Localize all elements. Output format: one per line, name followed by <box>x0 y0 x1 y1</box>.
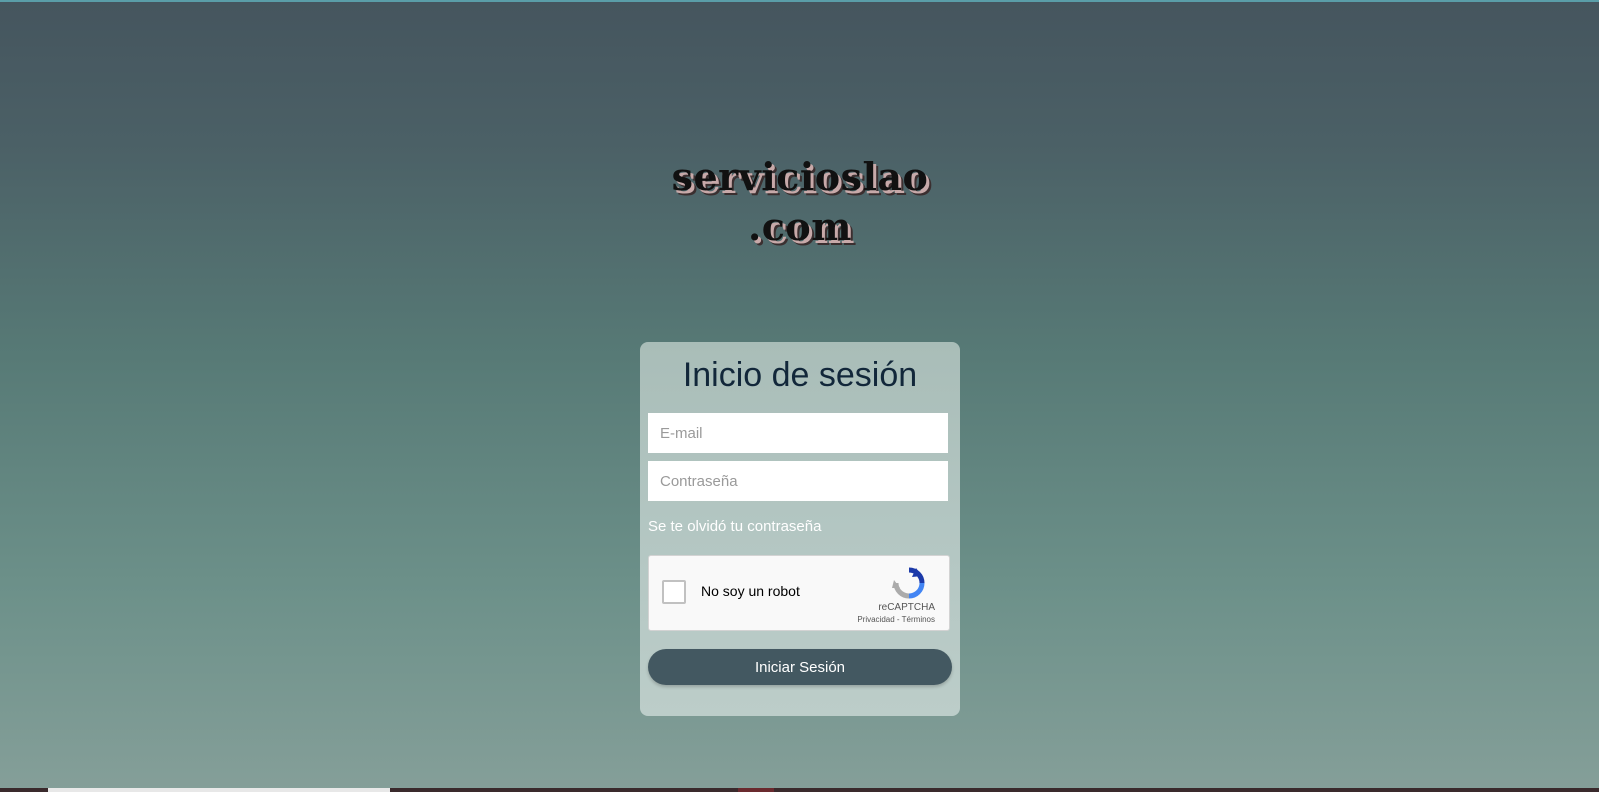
forgot-password-link[interactable]: Se te olvidó tu contraseña <box>648 518 821 535</box>
recaptcha-terms-link[interactable]: Términos <box>902 615 935 624</box>
recaptcha-checkbox[interactable] <box>662 580 686 604</box>
site-logo: servicioslao .com <box>600 152 1000 252</box>
recaptcha-privacy-link[interactable]: Privacidad <box>857 615 894 624</box>
login-title: Inicio de sesión <box>682 356 918 394</box>
login-submit-button[interactable]: Iniciar Sesión <box>648 649 952 685</box>
taskbar-segment-light <box>48 788 390 792</box>
recaptcha-widget: No soy un robot reCAPTCHA Privacidad - T… <box>648 555 950 631</box>
recaptcha-brand: reCAPTCHA <box>878 602 935 613</box>
recaptcha-link-separator: - <box>894 615 902 624</box>
recaptcha-label: No soy un robot <box>701 583 800 599</box>
bottom-taskbar-strip <box>0 788 1599 792</box>
login-card: Inicio de sesión Se te olvidó tu contras… <box>640 342 960 716</box>
recaptcha-logo-icon <box>892 567 925 599</box>
recaptcha-links: Privacidad - Términos <box>845 615 935 624</box>
email-input[interactable] <box>648 413 948 453</box>
taskbar-segment-red <box>738 788 774 792</box>
password-input[interactable] <box>648 461 948 501</box>
top-accent-line <box>0 0 1599 2</box>
logo-line-1: servicioslao <box>671 154 929 199</box>
logo-line-2: .com <box>748 204 852 249</box>
